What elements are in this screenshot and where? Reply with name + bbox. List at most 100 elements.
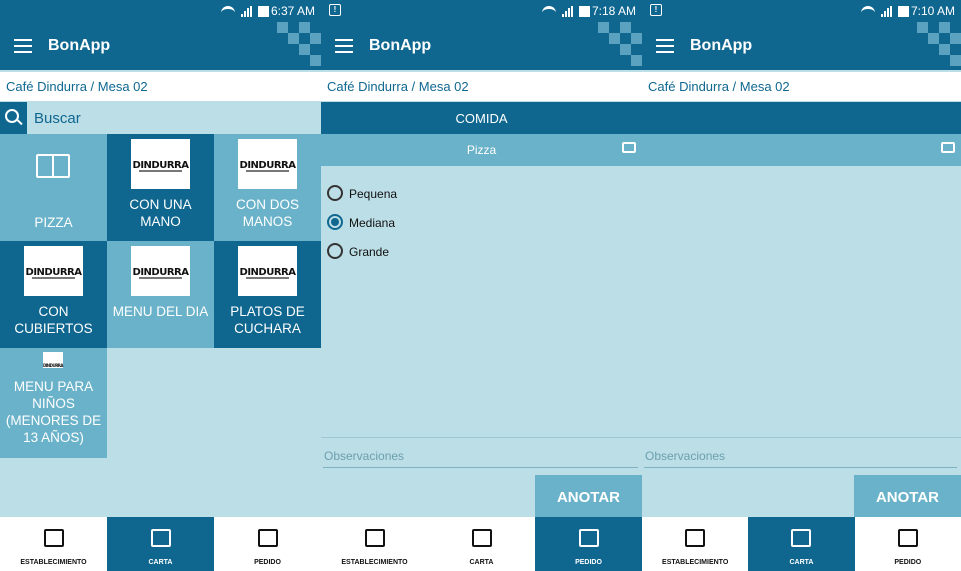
app-bar: BonApp (321, 22, 642, 70)
dindurra-logo: DINDURRA (131, 246, 190, 296)
radio-button[interactable] (327, 185, 343, 201)
alert-icon: ! (329, 4, 341, 16)
search-icon[interactable] (0, 102, 27, 134)
book-icon (471, 529, 492, 547)
status-bar: 6:37 AM (0, 0, 321, 22)
nav-pedido[interactable]: PEDIDO (214, 517, 321, 571)
observaciones-field[interactable]: Observaciones (642, 437, 961, 468)
tile-label: PLATOS DE CUCHARA (230, 304, 305, 336)
observaciones-field[interactable]: Observaciones (321, 437, 642, 468)
nav-carta[interactable]: CARTA (107, 517, 214, 571)
dindurra-logo-small: DINDURRA (43, 352, 63, 368)
bottom-nav: ESTABLECIMIENTO CARTA PEDIDO (321, 517, 642, 571)
tab-header-empty[interactable] (642, 102, 961, 134)
order-icon (897, 529, 918, 547)
tile-label: CON UNA MANO (129, 197, 192, 229)
breadcrumb: Café Dindurra / Mesa 02 (642, 72, 961, 101)
observaciones-placeholder: Observaciones (645, 449, 726, 463)
status-icons (542, 3, 590, 19)
wifi-icon (542, 6, 556, 16)
checker-decoration (917, 22, 961, 70)
category-tile-con-dos-manos[interactable]: DINDURRA CON DOS MANOS (214, 134, 321, 241)
tile-label: MENU DEL DIA (112, 304, 209, 319)
category-tile-menu-para-ninos[interactable]: DINDURRA MENU PARA NIÑOS (MENORES DE 13 … (0, 348, 107, 458)
order-icon (578, 529, 599, 547)
tile-label: MENU PARA NIÑOS (MENORES DE 13 AÑOS) (5, 379, 102, 445)
menu-icon[interactable] (335, 39, 353, 53)
category-tile-platos-de-cuchara[interactable]: DINDURRA PLATOS DE CUCHARA (214, 241, 321, 348)
tile-label: PIZZA (34, 215, 73, 230)
status-bar: ! 7:18 AM (321, 0, 642, 22)
alert-icon: ! (650, 4, 662, 16)
radio-button[interactable] (327, 214, 343, 230)
battery-icon (579, 5, 590, 17)
divider (642, 437, 961, 438)
nav-pedido[interactable]: PEDIDO (535, 517, 642, 571)
book-icon[interactable] (622, 142, 636, 153)
bottom-nav: ESTABLECIMIENTO CARTA PEDIDO (0, 517, 321, 571)
screen-menu-categories: 6:37 AM BonApp Café Dindurra / Mesa 02 B… (0, 0, 321, 571)
tab-comida[interactable]: COMIDA (321, 102, 642, 134)
item-header: Pizza (321, 134, 642, 166)
book-icon[interactable] (941, 142, 955, 153)
signal-icon (562, 5, 573, 17)
search-input[interactable]: Buscar (34, 110, 81, 127)
nav-establecimiento[interactable]: ESTABLECIMIENTO (642, 517, 748, 571)
book-icon (36, 154, 70, 178)
app-title: BonApp (369, 37, 432, 54)
menu-icon[interactable] (14, 39, 32, 53)
checker-decoration (277, 22, 321, 70)
store-icon (364, 529, 385, 547)
anotar-button[interactable]: ANOTAR (535, 475, 642, 518)
wifi-icon (861, 6, 875, 16)
divider (321, 437, 642, 438)
dindurra-logo: DINDURRA (24, 246, 83, 296)
book-icon (150, 529, 171, 547)
signal-icon (881, 5, 892, 17)
app-bar: BonApp (642, 22, 961, 70)
checker-decoration (598, 22, 642, 70)
category-tile-menu-del-dia[interactable]: DINDURRA MENU DEL DIA (107, 241, 214, 348)
dindurra-logo: DINDURRA (238, 139, 297, 189)
nav-pedido[interactable]: PEDIDO (855, 517, 961, 571)
app-bar: BonApp (0, 22, 321, 70)
battery-icon (898, 5, 909, 17)
nav-establecimiento[interactable]: ESTABLECIMIENTO (0, 517, 107, 571)
input-underline (323, 467, 638, 468)
status-time: 7:18 AM (591, 4, 636, 18)
order-icon (257, 529, 278, 547)
category-tile-con-cubiertos[interactable]: DINDURRA CON CUBIERTOS (0, 241, 107, 348)
status-bar: ! 7:10 AM (642, 0, 961, 22)
breadcrumb: Café Dindurra / Mesa 02 (0, 72, 321, 101)
breadcrumb: Café Dindurra / Mesa 02 (321, 72, 642, 101)
item-title: Pizza (466, 143, 497, 157)
status-icons (861, 3, 909, 19)
dindurra-logo: DINDURRA (238, 246, 297, 296)
item-header (642, 134, 961, 166)
screen-empty-item: ! 7:10 AM BonApp Café Dindurra / Mesa 02… (642, 0, 961, 571)
nav-carta[interactable]: CARTA (428, 517, 535, 571)
store-icon (43, 529, 64, 547)
book-icon (791, 529, 812, 547)
tile-label: CON CUBIERTOS (14, 304, 93, 336)
category-tile-pizza[interactable]: PIZZA (0, 134, 107, 241)
signal-icon (241, 5, 252, 17)
nav-carta[interactable]: CARTA (748, 517, 855, 571)
battery-icon (258, 5, 269, 17)
input-underline (644, 467, 957, 468)
wifi-icon (221, 6, 235, 16)
radio-button[interactable] (327, 243, 343, 259)
search-bar[interactable]: Buscar (0, 102, 321, 134)
status-time: 7:10 AM (910, 4, 955, 18)
anotar-button[interactable]: ANOTAR (854, 475, 961, 518)
screen-pizza-options: ! 7:18 AM BonApp Café Dindurra / Mesa 02… (321, 0, 642, 571)
tile-label: CON DOS MANOS (235, 197, 299, 229)
menu-icon[interactable] (656, 39, 674, 53)
category-tile-con-una-mano[interactable]: DINDURRA CON UNA MANO (107, 134, 214, 241)
observaciones-placeholder: Observaciones (324, 449, 405, 463)
status-time: 6:37 AM (270, 4, 315, 18)
nav-establecimiento[interactable]: ESTABLECIMIENTO (321, 517, 428, 571)
app-title: BonApp (48, 37, 111, 54)
status-icons (221, 3, 269, 19)
bottom-nav: ESTABLECIMIENTO CARTA PEDIDO (642, 517, 961, 571)
